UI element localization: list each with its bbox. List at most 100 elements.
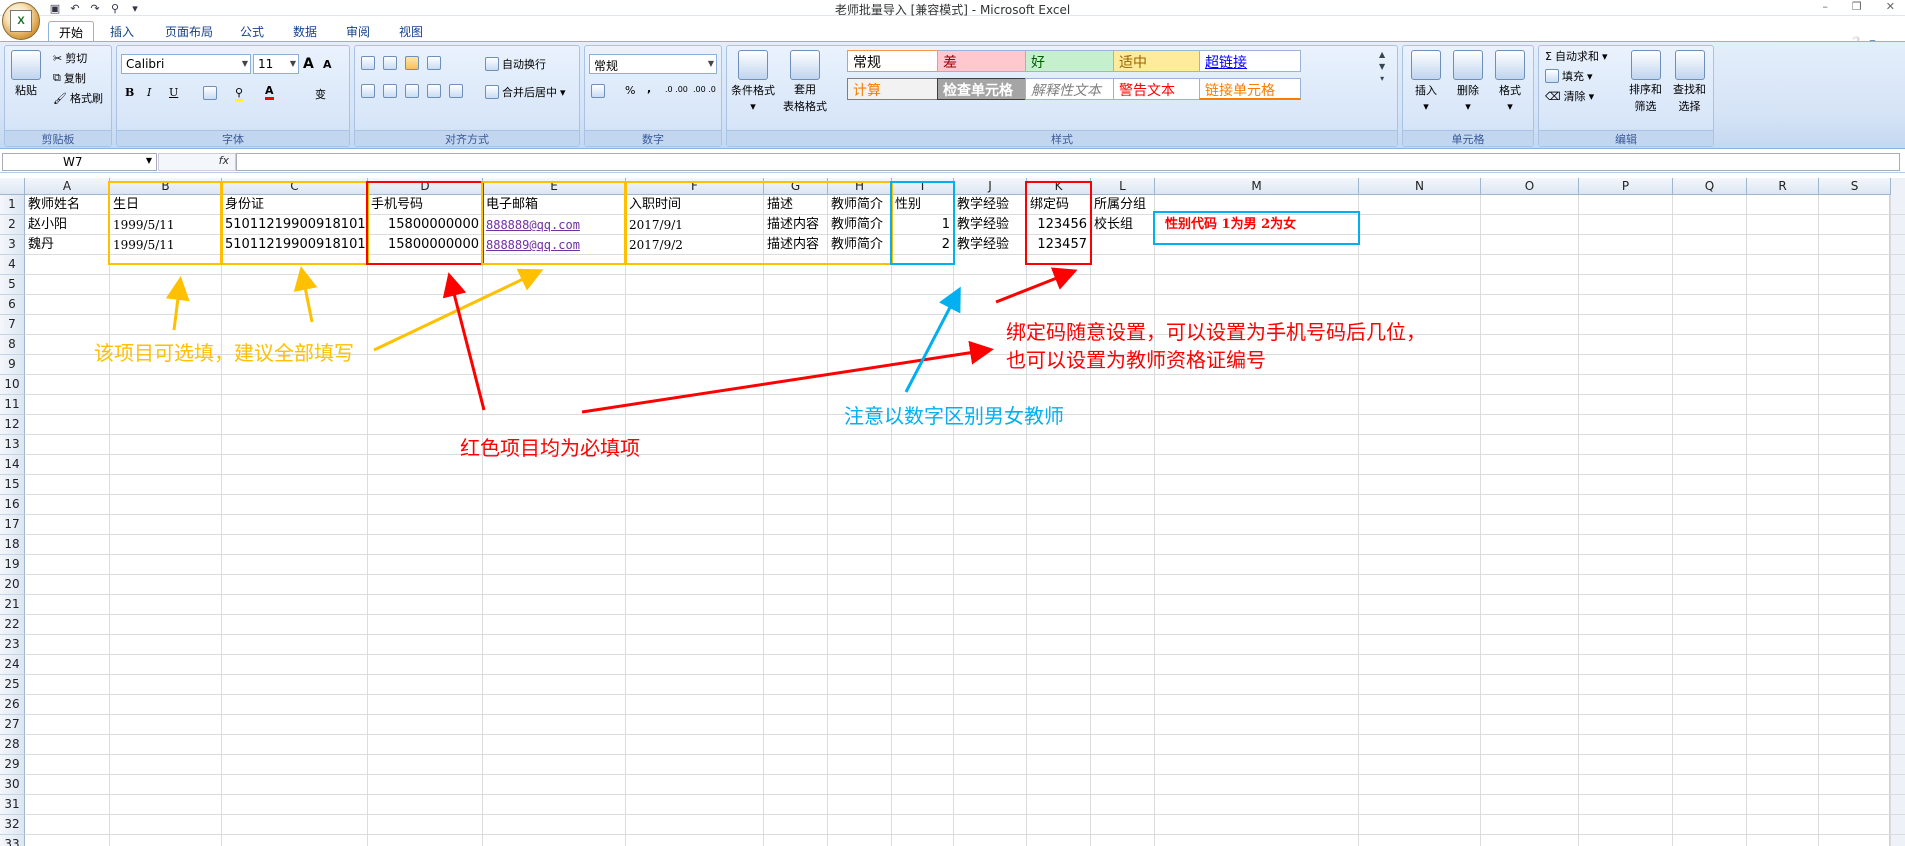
row-header-13[interactable]: 13 [0, 435, 25, 455]
tab-formulas[interactable]: 公式 [230, 21, 274, 41]
orientation-icon[interactable] [427, 56, 441, 70]
font-color-button[interactable]: A [265, 84, 274, 100]
row-header-26[interactable]: 26 [0, 695, 25, 715]
row-header-28[interactable]: 28 [0, 735, 25, 755]
number-format-select[interactable]: 常规 ▼ [589, 54, 717, 74]
delete-cells-button[interactable]: 删除 ▾ [1453, 50, 1483, 113]
currency-button[interactable] [591, 84, 605, 98]
row-header-8[interactable]: 8 [0, 335, 25, 355]
data-cell[interactable]: 教学经验 [955, 215, 1025, 235]
row-header-23[interactable]: 23 [0, 635, 25, 655]
row-header-19[interactable]: 19 [0, 555, 25, 575]
row-header-1[interactable]: 1 [0, 195, 25, 215]
style-calculation[interactable]: 计算 [847, 78, 949, 100]
phonetic-button[interactable]: 变 [315, 86, 326, 102]
worksheet-grid[interactable]: A B C D E F G H I J K L M N O P Q R S 1 2 3 4 5 6 7 8 9 10 11 12 13 14 15… [0, 178, 1905, 846]
style-hyperlink[interactable]: 超链接 [1199, 50, 1301, 72]
style-linked-cell[interactable]: 链接单元格 [1199, 78, 1301, 100]
row-header-18[interactable]: 18 [0, 535, 25, 555]
sort-filter-button[interactable]: 排序和 筛选 [1629, 50, 1662, 114]
row-header-15[interactable]: 15 [0, 475, 25, 495]
tab-data[interactable]: 数据 [283, 21, 327, 41]
percent-button[interactable]: % [625, 84, 635, 97]
align-right-icon[interactable] [405, 84, 419, 98]
row-header-10[interactable]: 10 [0, 375, 25, 395]
font-size-select[interactable]: 11 ▼ [253, 54, 299, 74]
grow-font-button[interactable]: A [303, 56, 314, 72]
bold-button[interactable]: B [125, 86, 134, 99]
column-header-p[interactable]: P [1579, 178, 1673, 195]
format-as-table-button[interactable]: 套用 表格格式 [783, 50, 827, 114]
increase-indent-icon[interactable] [449, 84, 463, 98]
row-header-25[interactable]: 25 [0, 675, 25, 695]
data-cell[interactable]: 魏丹 [26, 235, 108, 255]
row-header-11[interactable]: 11 [0, 395, 25, 415]
align-center-icon[interactable] [383, 84, 397, 98]
insert-function-button[interactable]: fx [158, 153, 236, 171]
row-header-20[interactable]: 20 [0, 575, 25, 595]
row-header-30[interactable]: 30 [0, 775, 25, 795]
column-header-a[interactable]: A [25, 178, 110, 195]
borders-button[interactable] [203, 86, 217, 100]
column-header-j[interactable]: J [954, 178, 1027, 195]
header-cell[interactable]: 教学经验 [955, 195, 1025, 215]
style-normal[interactable]: 常规 [847, 50, 949, 72]
row-header-4[interactable]: 4 [0, 255, 25, 275]
tab-review[interactable]: 审阅 [336, 21, 380, 41]
row-header-9[interactable]: 9 [0, 355, 25, 375]
row-header-14[interactable]: 14 [0, 455, 25, 475]
name-box[interactable]: W7 ▼ [2, 153, 157, 171]
row-header-29[interactable]: 29 [0, 755, 25, 775]
conditional-format-button[interactable]: 条件格式 ▾ [731, 50, 775, 113]
column-header-n[interactable]: N [1359, 178, 1481, 195]
header-cell[interactable]: 教师姓名 [26, 195, 108, 215]
underline-button[interactable]: U [169, 86, 178, 99]
select-all-corner[interactable] [0, 178, 25, 195]
minimize-icon[interactable]: – [1822, 0, 1828, 13]
vertical-scrollbar[interactable] [1889, 178, 1905, 846]
gallery-down-icon[interactable]: ▼ [1379, 62, 1385, 71]
fill-color-button[interactable]: ⚲ [235, 86, 244, 102]
font-name-select[interactable]: Calibri ▼ [121, 54, 251, 74]
align-bottom-icon[interactable] [405, 56, 419, 70]
paste-button[interactable]: 粘贴 [11, 50, 41, 98]
increase-decimal-button[interactable]: .0 .00 [665, 86, 689, 94]
tab-page-layout[interactable]: 页面布局 [155, 21, 223, 41]
office-button[interactable]: X [2, 2, 40, 40]
row-header-5[interactable]: 5 [0, 275, 25, 295]
row-header-12[interactable]: 12 [0, 415, 25, 435]
row-header-16[interactable]: 16 [0, 495, 25, 515]
align-left-icon[interactable] [361, 84, 375, 98]
column-header-s[interactable]: S [1819, 178, 1891, 195]
gallery-up-icon[interactable]: ▲ [1379, 50, 1385, 59]
wrap-text-button[interactable]: 自动换行 [485, 56, 546, 72]
column-header-m[interactable]: M [1155, 178, 1359, 195]
row-header-21[interactable]: 21 [0, 595, 25, 615]
header-cell[interactable]: 所属分组 [1092, 195, 1153, 215]
copy-button[interactable]: ⧉ 复制 [53, 70, 86, 86]
column-header-l[interactable]: L [1091, 178, 1155, 195]
align-middle-icon[interactable] [383, 56, 397, 70]
style-good[interactable]: 好 [1025, 50, 1127, 72]
row-header-22[interactable]: 22 [0, 615, 25, 635]
formula-input[interactable] [236, 153, 1900, 171]
italic-button[interactable]: I [147, 86, 151, 99]
data-cell[interactable]: 赵小阳 [26, 215, 108, 235]
align-top-icon[interactable] [361, 56, 375, 70]
restore-icon[interactable]: ❐ [1852, 0, 1862, 13]
cut-button[interactable]: ✂ 剪切 [53, 50, 87, 66]
row-header-24[interactable]: 24 [0, 655, 25, 675]
format-painter-button[interactable]: 🖌 格式刷 [53, 90, 103, 106]
row-header-7[interactable]: 7 [0, 315, 25, 335]
autosum-button[interactable]: Σ 自动求和 ▾ [1545, 48, 1607, 64]
find-select-button[interactable]: 查找和 选择 [1673, 50, 1706, 114]
row-header-27[interactable]: 27 [0, 715, 25, 735]
data-cell[interactable]: 校长组 [1092, 215, 1153, 235]
data-cell[interactable]: 教学经验 [955, 235, 1025, 255]
column-header-o[interactable]: O [1481, 178, 1579, 195]
insert-cells-button[interactable]: 插入 ▾ [1411, 50, 1441, 113]
column-header-r[interactable]: R [1747, 178, 1819, 195]
tab-view[interactable]: 视图 [389, 21, 433, 41]
row-header-6[interactable]: 6 [0, 295, 25, 315]
comma-button[interactable]: , [647, 82, 651, 95]
